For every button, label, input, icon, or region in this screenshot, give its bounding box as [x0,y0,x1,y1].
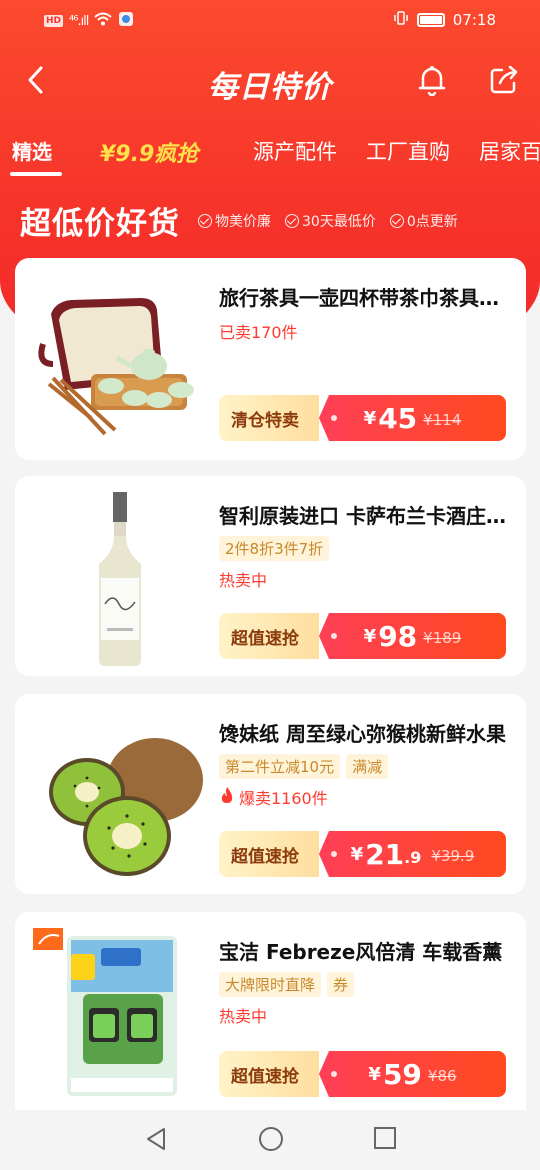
promo-chip: 满减 [346,754,389,779]
nav-home-icon[interactable] [258,1126,284,1156]
share-button[interactable] [484,62,524,102]
tab-source-parts[interactable]: 源产配件 [253,136,337,166]
promo-chips: 大牌限时直降 券 [219,972,355,997]
buy-now-button[interactable]: ¥ 45 ¥114 [319,395,506,441]
tab-factory-direct[interactable]: 工厂直购 [366,136,450,166]
promo-chip: 第二件立减10元 [219,754,341,779]
notification-button[interactable] [412,62,452,102]
buy-now-button[interactable]: ¥ 21 .9 ¥39.9 [319,831,506,877]
tag-item: 30天最低价 [285,211,376,231]
coupon-chip: 券 [327,972,355,997]
current-price: 45 [378,401,418,435]
vibrate-icon [393,10,409,30]
currency-symbol: ¥ [350,844,364,865]
product-card[interactable]: 智利原装进口 卡萨布兰卡酒庄白葡萄酒 2件8折3件7折 热卖中 超值速抢 ¥ 9… [15,476,526,676]
tab-home[interactable]: 居家百 [479,136,540,166]
active-tab-indicator [10,172,62,176]
battery-icon [416,13,445,27]
section-header: 超低价好货 物美价廉 30天最低价 0点更新 [20,198,472,243]
product-card[interactable]: 旅行茶具一壶四杯带茶巾茶具收纳包 已卖170件 清仓特卖 ¥ 45 ¥114 [15,258,526,460]
promo-chip: 大牌限时直降 [219,972,322,997]
tag-item: 物美价廉 [198,211,271,231]
buy-now-button[interactable]: ¥ 98 ¥189 [319,613,506,659]
tag-item: 0点更新 [389,211,458,231]
price-bar[interactable]: 超值速抢 ¥ 98 ¥189 [219,613,506,659]
sold-count: 爆卖1160件 [239,789,328,808]
sold-count-row: 爆卖1160件 [219,785,328,809]
current-price-decimal: .9 [404,848,422,867]
bell-icon [417,64,447,100]
price-bar[interactable]: 超值速抢 ¥ 21 .9 ¥39.9 [219,831,506,877]
current-price: 98 [378,619,418,653]
tab-jingxuan[interactable]: 精选 [12,136,52,165]
share-icon [488,64,520,100]
product-title: 馋妹纸 周至绿心弥猴桃新鲜水果 [219,722,506,746]
status-time: 07:18 [452,11,496,29]
app-notification-icon [118,11,134,31]
check-circle-icon [285,213,299,228]
original-price: ¥39.9 [431,847,475,865]
currency-symbol: ¥ [363,626,377,647]
product-card[interactable]: 馋妹纸 周至绿心弥猴桃新鲜水果 第二件立减10元 满减 爆卖1160件 超值速抢… [15,694,526,894]
dot-icon [331,1071,337,1077]
promo-chips: 2件8折3件7折 [219,536,330,561]
dot-icon [331,415,337,421]
original-price: ¥86 [427,1067,457,1085]
original-price: ¥114 [423,411,462,429]
wifi-icon [94,12,113,30]
currency-symbol: ¥ [368,1064,381,1085]
category-tabs: 精选 ¥9.9疯抢 源产配件 工厂直购 居家百 [0,128,540,180]
product-card[interactable]: 宝洁 Febreze风倍清 车载香薰 大牌限时直降 券 热卖中 超值速抢 ¥ 5… [15,912,526,1122]
nav-back-icon[interactable] [144,1126,168,1156]
action-label: 超值速抢 [219,1051,319,1097]
check-circle-icon [389,213,404,228]
sold-count: 热卖中 [219,571,268,590]
product-title: 旅行茶具一壶四杯带茶巾茶具收纳包 [219,286,515,310]
section-title: 超低价好货 [20,206,180,242]
wine-bottle-image [31,492,207,668]
price-bar[interactable]: 超值速抢 ¥ 59 ¥86 [219,1051,506,1097]
hd-badge: HD [44,15,64,27]
action-label: 超值速抢 [219,831,319,877]
currency-symbol: ¥ [363,408,377,429]
original-price: ¥189 [423,629,462,647]
sold-count: 已卖170件 [219,323,298,342]
dot-icon [331,851,337,857]
tab-9-9-flash[interactable]: ¥9.9疯抢 [100,136,198,168]
current-price: 21 [365,837,405,871]
promo-chips: 第二件立减10元 满减 [219,754,389,779]
tea-set-image [31,274,207,450]
car-freshener-image [31,928,207,1104]
product-title: 智利原装进口 卡萨布兰卡酒庄白葡萄酒 [219,504,515,528]
app-header: 每日特价 [0,50,540,114]
product-title: 宝洁 Febreze风倍清 车载香薰 [219,940,503,964]
check-circle-icon [198,213,212,228]
page-title: 每日特价 [208,70,332,105]
sold-count: 热卖中 [219,1007,268,1026]
signal-icon: ⁴⁶.ıll [69,13,89,29]
current-price: 59 [382,1057,422,1091]
status-bar: HD ⁴⁶.ıll 07:18 [0,0,540,40]
dot-icon [331,633,337,639]
kiwi-image [31,710,207,886]
system-nav-bar [0,1110,540,1170]
promo-chip: 2件8折3件7折 [219,536,330,561]
fire-icon [219,786,235,808]
action-label: 清仓特卖 [219,395,319,441]
price-bar[interactable]: 清仓特卖 ¥ 45 ¥114 [219,395,506,441]
nav-recents-icon[interactable] [373,1126,397,1154]
action-label: 超值速抢 [219,613,319,659]
buy-now-button[interactable]: ¥ 59 ¥86 [319,1051,506,1097]
